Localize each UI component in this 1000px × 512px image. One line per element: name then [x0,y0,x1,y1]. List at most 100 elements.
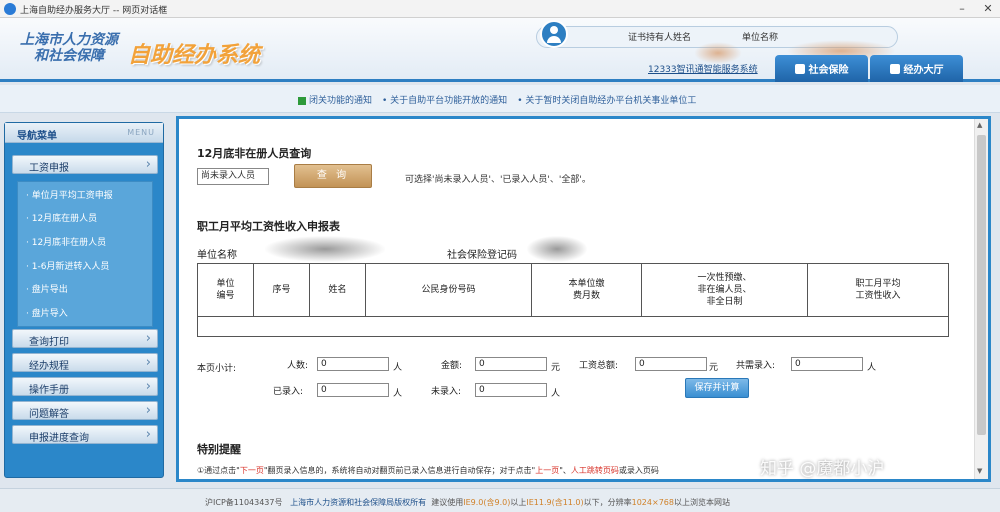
sidebar-item-label: 查询打印 [29,337,69,348]
submenu-item[interactable]: · 1-6月新进转入人员 [26,259,109,272]
sidebar-item-progress[interactable]: 申报进度查询 › [12,425,158,444]
scroll-down-icon[interactable]: ▼ [977,467,982,475]
amount-unit: 元 [551,363,561,373]
window-title-bar: 上海自助经办服务大厅 -- 网页对话框 – ✕ [0,0,1000,18]
entered-unit: 人 [393,389,403,399]
chevron-right-icon: › [145,157,151,172]
need-entry-unit: 人 [867,363,877,373]
query-button[interactable]: 查 询 [294,164,372,188]
submenu-item[interactable]: · 盘片导出 [26,282,68,295]
submenu-wage-declaration: · 单位月平均工资申报 · 12月底在册人员 · 12月底非在册人员 · 1-6… [17,181,153,327]
close-icon[interactable]: ✕ [982,2,994,15]
wage-total-label: 工资总额: [579,361,619,371]
sidebar-item-label: 工资申报 [29,163,69,174]
col-unit-no: 单位 编号 [197,263,254,317]
sidebar-item-label: 申报进度查询 [29,433,89,444]
persons-field[interactable]: 0 [317,357,389,371]
wage-total-unit: 元 [709,363,719,373]
persons-unit: 人 [393,363,403,373]
form-title: 职工月平均工资性收入申报表 [197,220,340,233]
not-entered-field[interactable]: 0 [475,383,547,397]
tab-label: 社会保险 [808,65,849,76]
service-system-link[interactable]: 12333智讯通智能服务系统 [648,62,758,75]
sidebar-item-manual[interactable]: 操作手册 › [12,377,158,396]
minimize-icon[interactable]: – [956,2,968,15]
window-controls: – ✕ [956,2,994,15]
page-subtotal-label: 本页小计: [197,364,237,374]
reminder-title: 特别提醒 [197,443,241,456]
cert-holder-value-blurred [694,42,742,64]
sidebar-item-label: 经办规程 [29,361,69,372]
service-hall-icon [889,63,900,74]
sidebar-item-faq[interactable]: 问题解答 › [12,401,158,420]
system-name: 自助经办系统 [128,42,261,68]
table-header-row: 单位 编号 序号 姓名 公民身份号码 本单位缴 费月数 一次性预缴、 非在编人员… [197,263,949,317]
submenu-item[interactable]: · 12月底在册人员 [26,211,97,224]
unit-name-label: 单位名称 [742,33,779,43]
sidebar-item-procedures[interactable]: 经办规程 › [12,353,158,372]
sidebar-item-query-print[interactable]: 查询打印 › [12,329,158,348]
chevron-right-icon: › [145,331,151,346]
scroll-up-icon[interactable]: ▲ [977,121,982,129]
speaker-icon [298,96,306,105]
need-entry-field[interactable]: 0 [791,357,863,371]
query-section-title: 12月底非在册人员查询 [197,147,312,160]
browser-icon [4,3,16,15]
wage-total-field[interactable]: 0 [635,357,707,371]
unit-name-label: 单位名称 [197,250,237,261]
entered-label: 已录入: [273,387,304,397]
submenu-item-active[interactable]: · 12月底非在册人员 [26,235,106,248]
chevron-right-icon: › [145,403,151,418]
not-entered-unit: 人 [551,389,561,399]
user-icon [540,20,568,48]
col-seq: 序号 [253,263,310,317]
persons-label: 人数: [287,361,309,371]
col-name: 姓名 [309,263,366,317]
sidebar-item-label: 操作手册 [29,385,69,396]
sidebar-item-wage-declaration[interactable]: 工资申报 › [12,155,158,174]
cert-holder-label: 证书持有人姓名 [628,33,692,43]
entry-status-select[interactable]: 尚未录入人员 [197,168,269,185]
query-hint: 可选择'尚未录入人员'、'已录入人员'、'全部'。 [405,175,591,185]
amount-field[interactable]: 0 [475,357,547,371]
empty-cell [197,316,949,337]
tab-label: 经办大厅 [903,65,944,76]
notice-item[interactable]: • 关于自助平台功能开放的通知 [382,93,507,106]
not-entered-label: 未录入: [431,387,462,397]
table-row-empty [197,316,949,337]
sidebar-title: 导航菜单 [17,131,57,142]
chevron-right-icon: › [145,379,151,394]
scroll-thumb[interactable] [977,135,986,435]
hrss-logo: 上海市人力资源 和社会保障 [20,32,118,64]
submenu-item[interactable]: · 单位月平均工资申报 [26,188,113,201]
col-id-number: 公民身份号码 [365,263,532,317]
top-nav: 社会保险 经办大厅 [775,55,965,82]
need-entry-label: 共需录入: [736,361,776,371]
sidebar-header: 导航菜单 MENU [5,123,163,143]
social-reg-label: 社会保险登记码 [447,250,517,261]
logo-line-2: 和社会保障 [34,48,104,64]
declaration-table: 单位 编号 序号 姓名 公民身份号码 本单位缴 费月数 一次性预缴、 非在编人员… [197,263,949,337]
tab-service-hall[interactable]: 经办大厅 [870,55,963,82]
sidebar: 导航菜单 MENU 工资申报 › · 单位月平均工资申报 · 12月底在册人员 … [4,122,164,478]
save-calculate-button[interactable]: 保存并计算 [685,378,749,398]
window-title: 上海自助经办服务大厅 -- 网页对话框 [20,6,168,16]
sidebar-menu-tag: MENU [127,128,155,137]
reminder-text: ①通过点击"下一页"翻页录入信息的，系统将自动对翻页前已录入信息进行自动保存；对… [197,466,659,475]
notice-item[interactable]: 闭关功能的通知 [298,93,372,106]
entered-field[interactable]: 0 [317,383,389,397]
chevron-right-icon: › [145,355,151,370]
social-reg-blurred [527,236,587,262]
chevron-right-icon: › [145,427,151,442]
notice-item[interactable]: • 关于暂时关闭自助经办平台机关事业单位工 [517,93,696,106]
amount-label: 金额: [441,361,463,371]
site-footer: 沪ICP备11043437号 上海市人力资源和社会保障局版权所有 建议使用IE9… [0,488,1000,512]
social-insurance-icon [794,63,805,74]
footer-text: 沪ICP备11043437号 上海市人力资源和社会保障局版权所有 建议使用IE9… [205,498,730,507]
vertical-scrollbar[interactable]: ▲ ▼ [974,119,988,479]
tab-social-insurance[interactable]: 社会保险 [775,55,868,82]
sidebar-item-label: 问题解答 [29,409,69,420]
submenu-item[interactable]: · 盘片导入 [26,306,68,319]
site-header: 上海市人力资源 和社会保障 自助经办系统 证书持有人姓名 单位名称 12333智… [0,18,1000,82]
unit-name-blurred [265,236,385,262]
